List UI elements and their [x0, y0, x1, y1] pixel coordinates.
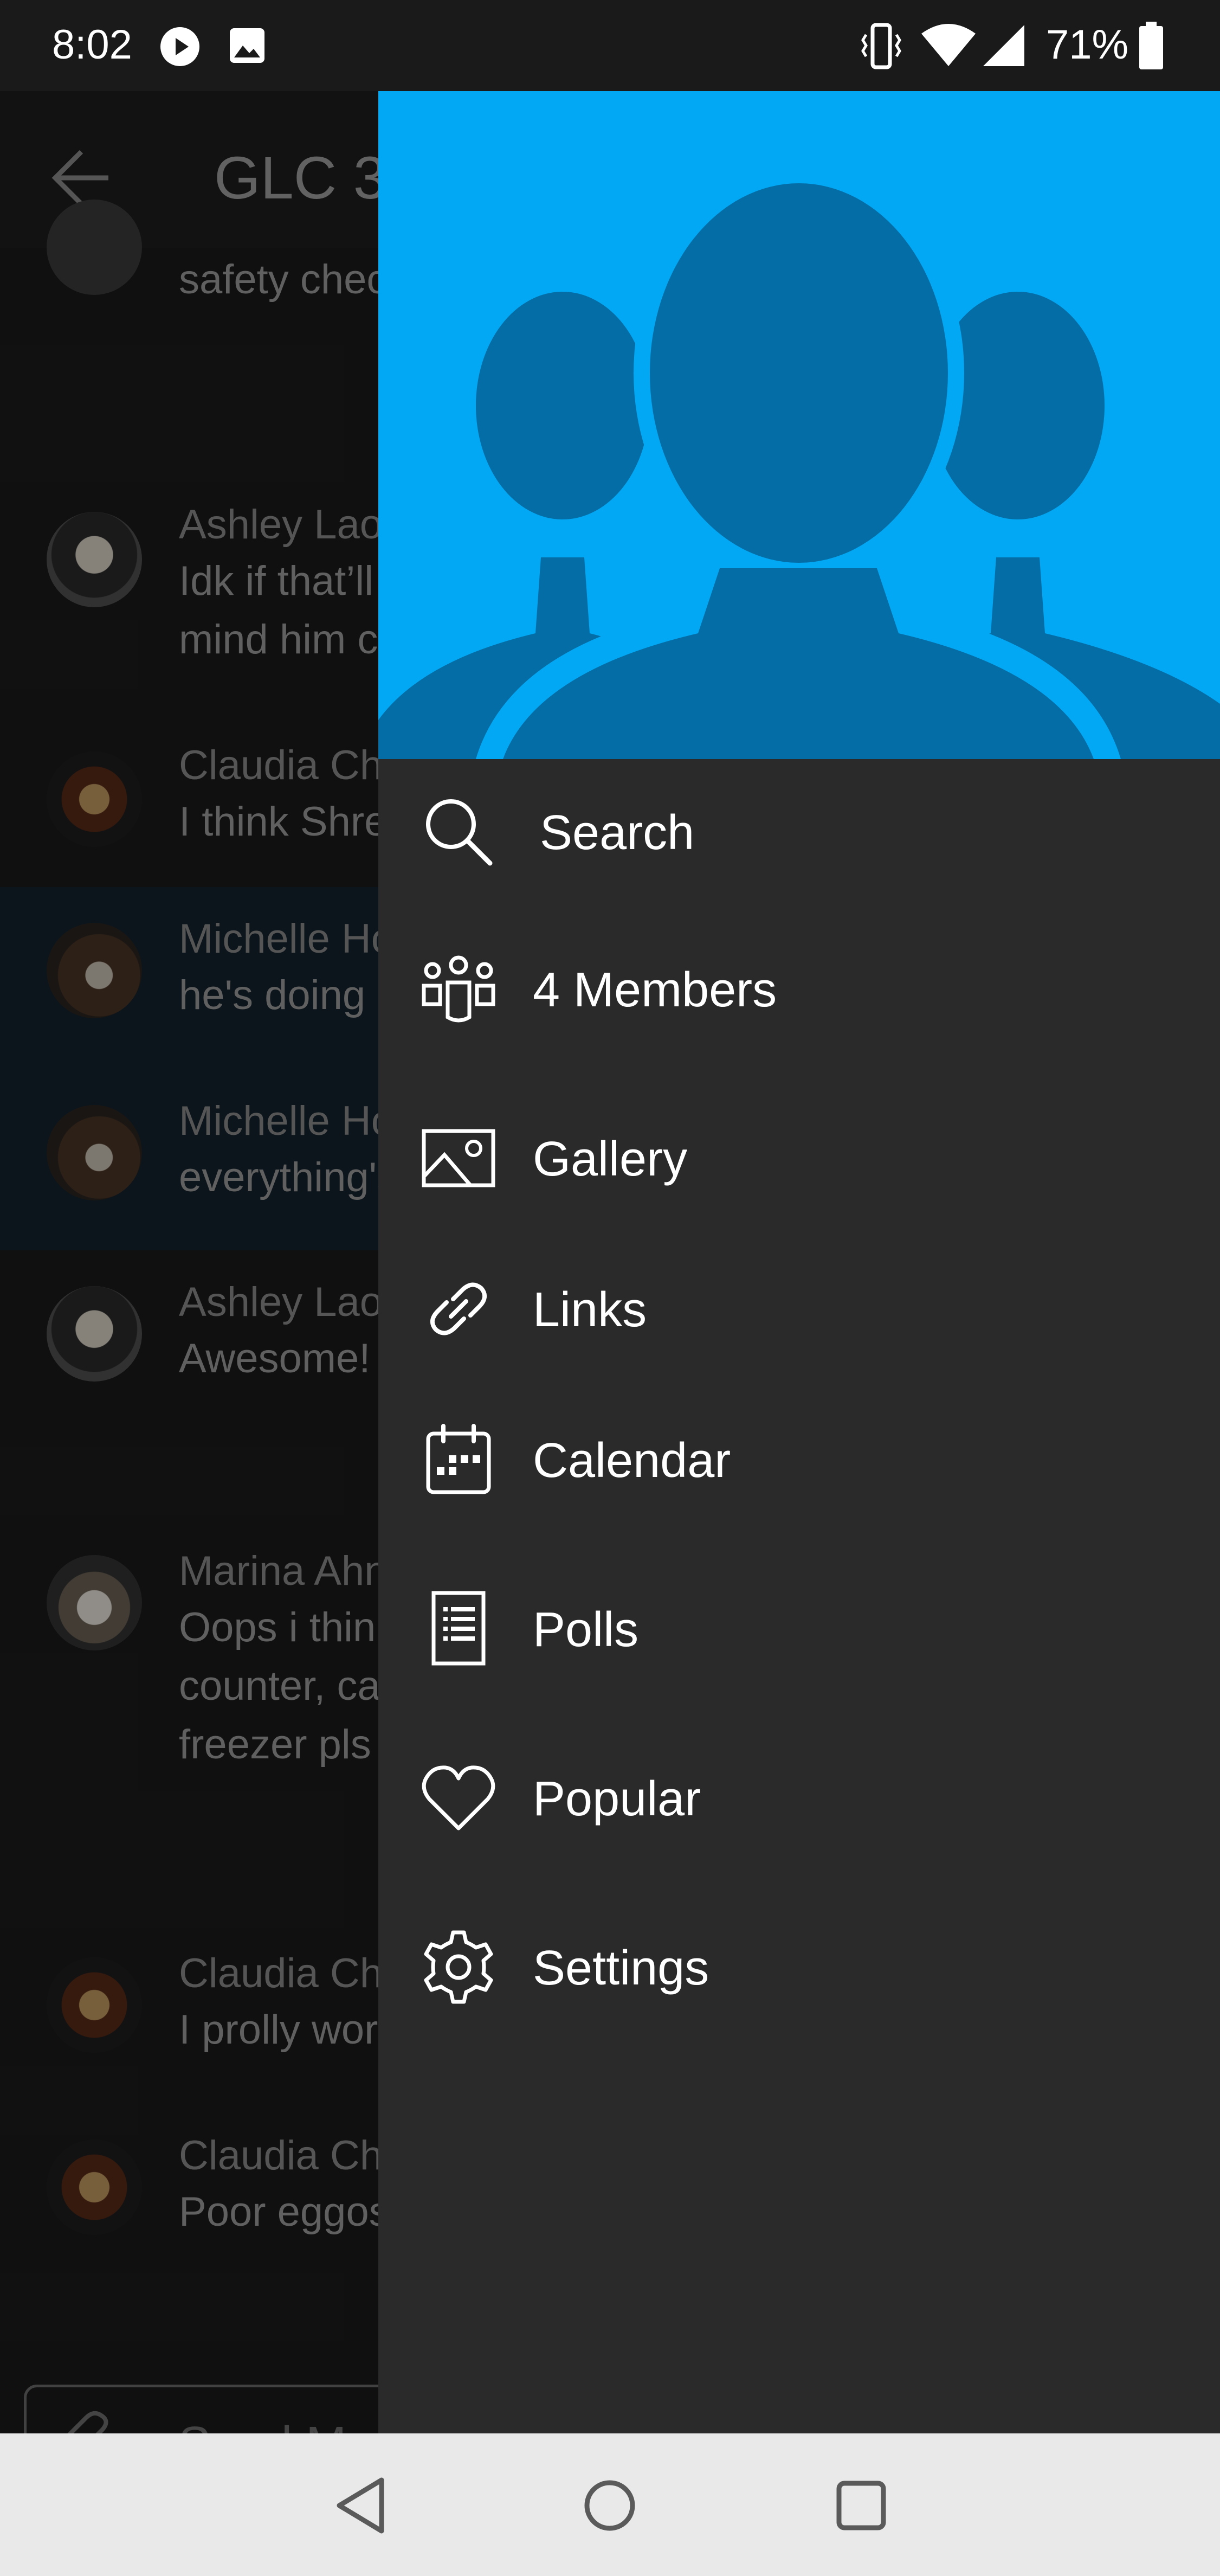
- menu-item-polls[interactable]: Polls: [378, 1556, 1220, 1697]
- menu-label: Settings: [533, 1941, 709, 1995]
- system-nav-bar: [0, 2433, 1220, 2576]
- menu-item-gallery[interactable]: Gallery: [378, 1085, 1220, 1226]
- menu-label: Search: [540, 806, 695, 860]
- menu-label: Popular: [533, 1772, 701, 1826]
- group-people-icon: [378, 167, 1220, 759]
- menu-label: Gallery: [533, 1132, 688, 1186]
- nav-recents-icon[interactable]: [826, 2470, 896, 2541]
- signal-icon: [983, 25, 1024, 66]
- menu-item-members[interactable]: 4 Members: [378, 916, 1220, 1057]
- link-icon: [430, 1282, 487, 1335]
- status-bar: 8:02 71%: [0, 0, 1220, 91]
- vibrate-icon: [861, 23, 901, 69]
- status-time: 8:02: [52, 22, 132, 68]
- menu-item-settings[interactable]: Settings: [378, 1894, 1220, 2035]
- menu-label: Polls: [533, 1603, 639, 1657]
- nav-home-icon[interactable]: [575, 2470, 645, 2541]
- menu-label: 4 Members: [533, 963, 777, 1017]
- gear-icon: [424, 1930, 493, 2004]
- menu-item-search[interactable]: Search: [378, 759, 1220, 900]
- group-drawer: Search 4 Members Gallery Links Calendar …: [378, 91, 1220, 2433]
- menu-item-calendar[interactable]: Calendar: [378, 1387, 1220, 1528]
- heart-icon: [422, 1765, 495, 1830]
- menu-label: Links: [533, 1283, 647, 1337]
- play-icon: [160, 27, 199, 66]
- wifi-icon: [921, 24, 976, 66]
- gallery-icon: [422, 1129, 495, 1187]
- polls-icon: [431, 1591, 486, 1666]
- menu-item-popular[interactable]: Popular: [378, 1725, 1220, 1866]
- battery-icon: [1139, 22, 1163, 69]
- menu-label: Calendar: [533, 1434, 731, 1488]
- battery-percent: 71%: [1046, 22, 1129, 68]
- image-icon: [230, 28, 264, 63]
- nav-back-icon[interactable]: [327, 2470, 398, 2541]
- calendar-icon: [426, 1424, 491, 1494]
- group-avatar-header: [378, 91, 1220, 759]
- search-icon: [426, 799, 493, 866]
- menu-item-links[interactable]: Links: [378, 1236, 1220, 1377]
- members-icon: [422, 955, 495, 1023]
